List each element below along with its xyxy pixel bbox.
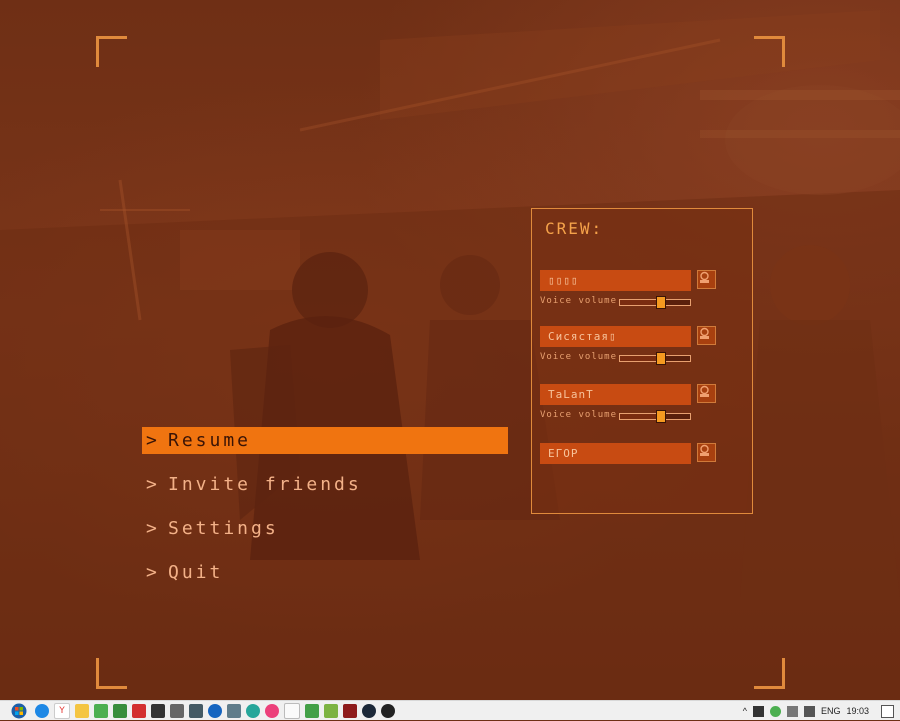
- torrent-icon[interactable]: [305, 703, 319, 718]
- app-icon[interactable]: [132, 703, 146, 718]
- voice-volume-label: Voice volume: [540, 296, 618, 306]
- crew-title: CREW:: [545, 219, 604, 238]
- player-avatar-icon: [700, 385, 709, 397]
- app-icon[interactable]: [94, 703, 108, 718]
- document-icon[interactable]: [284, 702, 300, 719]
- chevron-right-icon: >: [146, 430, 160, 451]
- voice-volume-slider[interactable]: [619, 410, 691, 423]
- settings-label: Settings: [168, 518, 279, 539]
- app-icon[interactable]: [170, 703, 184, 718]
- app-icon[interactable]: [208, 703, 222, 718]
- quit-button[interactable]: > Quit: [142, 559, 508, 586]
- player-mute-button[interactable]: [697, 443, 716, 462]
- app-icon[interactable]: [227, 703, 241, 718]
- voice-volume-slider[interactable]: [619, 352, 691, 365]
- quit-label: Quit: [168, 562, 224, 583]
- frame-corner-top-right: [754, 36, 785, 67]
- file-explorer-icon[interactable]: [75, 703, 89, 718]
- player-name: ▯▯▯▯: [540, 270, 691, 291]
- settings-button[interactable]: > Settings: [142, 515, 508, 542]
- voice-volume-row: Voice volume: [540, 352, 750, 366]
- player-mute-button[interactable]: [697, 384, 716, 403]
- frame-corner-bottom-right: [754, 658, 785, 689]
- language-indicator[interactable]: ENG: [821, 706, 841, 716]
- system-tray: ^ ENG 19:03: [743, 701, 900, 721]
- notifications-icon[interactable]: [881, 704, 894, 718]
- slider-thumb[interactable]: [655, 352, 666, 365]
- player-avatar-icon: [700, 327, 709, 339]
- pause-menu: > Resume > Invite friends > Settings > Q…: [142, 427, 508, 603]
- player-name: ЕГОР: [540, 443, 691, 464]
- player-mute-button[interactable]: [697, 326, 716, 345]
- chevron-right-icon: >: [146, 474, 160, 495]
- slider-fill: [620, 356, 661, 361]
- slider-thumb[interactable]: [655, 296, 666, 309]
- frame-corner-top-left: [96, 36, 127, 67]
- game-background: > Resume > Invite friends > Settings > Q…: [0, 0, 900, 700]
- archive-icon[interactable]: [113, 703, 127, 718]
- tray-expand-icon[interactable]: ^: [743, 706, 747, 716]
- browser-icon[interactable]: [35, 703, 49, 718]
- chevron-right-icon: >: [146, 518, 160, 539]
- invite-friends-button[interactable]: > Invite friends: [142, 471, 508, 498]
- voice-volume-label: Voice volume: [540, 352, 618, 362]
- player-name: Сисястая▯: [540, 326, 691, 347]
- player-mute-button[interactable]: [697, 270, 716, 289]
- resume-label: Resume: [168, 430, 252, 451]
- resume-button[interactable]: > Resume: [142, 427, 508, 454]
- app-tray-icon[interactable]: [769, 705, 781, 717]
- player-name: TaLanT: [540, 384, 691, 405]
- windows-taskbar: Y ^ ENG 19:03: [0, 700, 900, 720]
- player-avatar-icon: [700, 271, 709, 283]
- volume-icon[interactable]: [803, 705, 815, 717]
- start-button[interactable]: [8, 702, 30, 720]
- yandex-icon[interactable]: Y: [54, 702, 70, 719]
- player-avatar-icon: [700, 444, 709, 456]
- invite-friends-label: Invite friends: [168, 474, 362, 495]
- windows-logo-icon: [11, 703, 27, 718]
- app-icon[interactable]: [381, 703, 395, 718]
- microphone-icon[interactable]: [752, 705, 764, 717]
- app-icon[interactable]: [265, 703, 279, 718]
- chevron-right-icon: >: [146, 562, 160, 583]
- slider-fill: [620, 300, 661, 305]
- crew-panel: CREW: ▯▯▯▯ Voice volume Сисястая▯ Voice …: [531, 208, 753, 514]
- network-icon[interactable]: [786, 705, 798, 717]
- app-icon[interactable]: [324, 703, 338, 718]
- slider-fill: [620, 414, 661, 419]
- voice-volume-row: Voice volume: [540, 296, 750, 310]
- app-icon[interactable]: [246, 703, 260, 718]
- clock[interactable]: 19:03: [846, 706, 869, 716]
- app-icon[interactable]: [151, 703, 165, 718]
- voice-volume-label: Voice volume: [540, 410, 618, 420]
- voice-volume-row: Voice volume: [540, 410, 750, 424]
- steam-icon[interactable]: [362, 703, 376, 718]
- slider-thumb[interactable]: [655, 410, 666, 423]
- frame-corner-bottom-left: [96, 658, 127, 689]
- game-icon[interactable]: [343, 703, 357, 718]
- app-icon[interactable]: [189, 703, 203, 718]
- voice-volume-slider[interactable]: [619, 296, 691, 309]
